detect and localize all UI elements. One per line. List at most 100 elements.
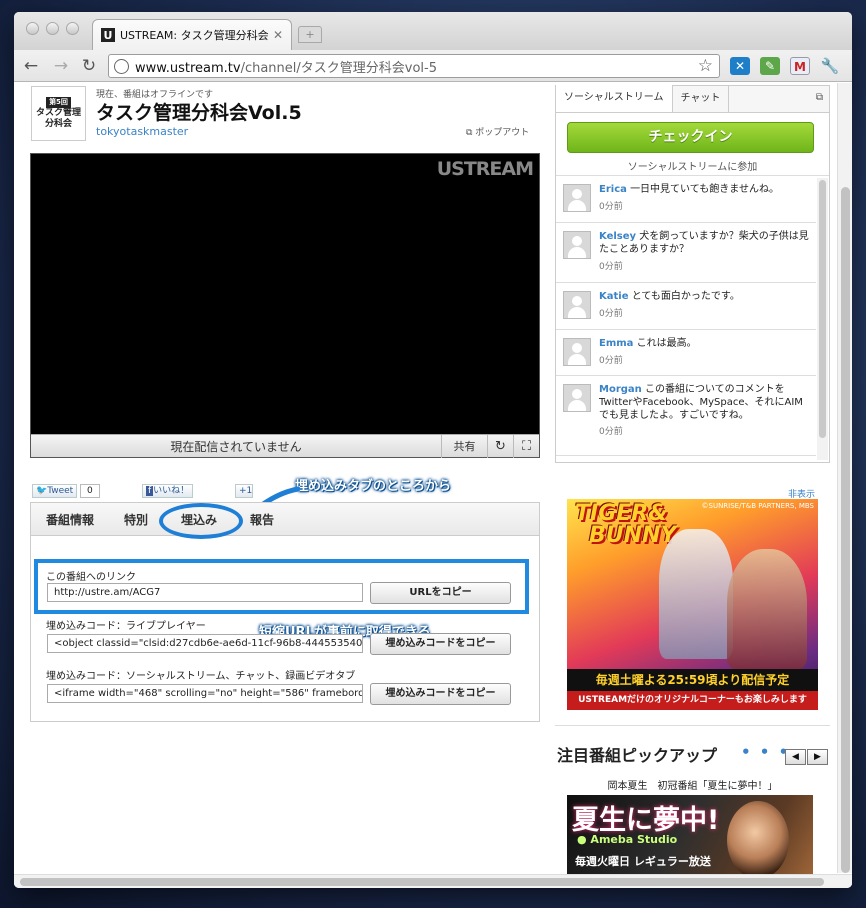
feed-time: 0分前 xyxy=(599,262,623,272)
new-tab-button[interactable]: + xyxy=(298,26,322,43)
embed-tab-highlight xyxy=(159,503,243,539)
ad-tagline: USTREAMだけのオリジナルコーナーもお楽しみします xyxy=(567,691,818,710)
page-horizontal-scrollbar[interactable] xyxy=(14,874,852,888)
like-button[interactable]: f いいね！ xyxy=(142,484,194,498)
logo-line-2: タスク管理 xyxy=(35,108,81,118)
channel-logo: 第5回 タスク管理 分科会 xyxy=(31,86,86,141)
horizontal-scroll-thumb[interactable] xyxy=(20,878,824,886)
ad-schedule: 毎週土曜よる25:59頃より配信予定 xyxy=(567,669,818,691)
player-embed-field[interactable]: <object classid="clsid:d27cdb6e-ae6d-11c… xyxy=(47,634,363,653)
pickup-subtitle[interactable]: 岡本夏生 初冠番組「夏生に夢中！」 xyxy=(555,777,830,792)
info-tabs: 番組情報 特別 埋込み 報告 xyxy=(31,503,539,536)
feed-user[interactable]: Morgan xyxy=(599,384,642,395)
feed-user[interactable]: Katie xyxy=(599,291,629,302)
wrench-icon[interactable]: 🔧 xyxy=(820,57,840,75)
feed-user[interactable]: Erica xyxy=(599,184,627,195)
zoom-window-button[interactable] xyxy=(66,22,79,35)
channel-title: タスク管理分科会Vol.5 xyxy=(96,102,302,124)
fullscreen-icon[interactable]: ⛶ xyxy=(513,434,539,458)
feed-item: Emma これは最高。 0分前 xyxy=(556,330,816,376)
social-tabs: ソーシャルストリーム チャット ⧉ xyxy=(556,85,829,113)
evernote-icon[interactable]: ✎ xyxy=(760,57,780,75)
avatar xyxy=(563,231,591,259)
copy-url-button[interactable]: URLをコピー xyxy=(370,582,511,604)
feed-time: 0分前 xyxy=(599,202,623,212)
copy-player-embed-button[interactable]: 埋め込みコードをコピー xyxy=(370,633,511,655)
avatar xyxy=(563,291,591,319)
popout-link[interactable]: ⧉ ポップアウト xyxy=(466,125,529,138)
tiger-bunny-ad-banner[interactable]: TIGER& BUNNY ©SUNRISE/T&B PARTNERS, MBS 毎… xyxy=(567,499,818,710)
like-label: いいね！ xyxy=(153,486,190,496)
panel-popout-icon[interactable]: ⧉ xyxy=(816,92,823,103)
feed-text: Morgan この番組についてのコメントをTwitterやFacebook、My… xyxy=(599,383,809,422)
url-path: /channel/タスク管理分科会vol-5 xyxy=(240,60,437,76)
forward-icon[interactable]: → xyxy=(50,55,72,77)
page-content: 第5回 タスク管理 分科会 現在、番組はオフラインです タスク管理分科会Vol.… xyxy=(14,83,852,888)
tab-special[interactable]: 特別 xyxy=(109,511,163,528)
player-embed-label: 埋め込みコード：ライブプレイヤー xyxy=(46,621,206,632)
refresh-icon[interactable]: ↻ xyxy=(487,434,513,458)
feed-item: Erica 一日中見ていても飽きませんね。 0分前 xyxy=(556,176,816,223)
feed-text: Kelsey 犬を飼っていますか？柴犬の子供は見たことありますか？ xyxy=(599,230,809,256)
globe-icon xyxy=(114,58,129,74)
tab-report[interactable]: 報告 xyxy=(235,511,289,528)
social-feed: Erica 一日中見ていても飽きませんね。 0分前 Kelsey 犬を飼っていま… xyxy=(556,175,829,463)
page-vertical-scrollbar[interactable] xyxy=(837,83,852,873)
reload-icon[interactable]: ↻ xyxy=(78,55,100,77)
gmail-icon[interactable]: M xyxy=(790,57,810,75)
join-social-stream-link[interactable]: ソーシャルストリームに参加 xyxy=(556,158,829,173)
vertical-scroll-thumb[interactable] xyxy=(841,187,850,873)
back-icon[interactable]: ← xyxy=(20,55,42,77)
tab-social-stream[interactable]: ソーシャルストリーム xyxy=(556,85,673,112)
browser-toolbar: ← → ↻ www.ustream.tv/channel/タスク管理分科会vol… xyxy=(14,50,852,82)
social-embed-field[interactable]: <iframe width="468" scrolling="no" heigh… xyxy=(47,684,363,703)
feed-time: 0分前 xyxy=(599,356,623,366)
logo-line-1: 第5回 xyxy=(46,97,71,108)
tab-chat[interactable]: チャット xyxy=(673,86,730,112)
bookmark-star-icon[interactable]: ☆ xyxy=(698,56,713,76)
feed-user[interactable]: Emma xyxy=(599,338,633,349)
browser-tab[interactable]: U USTREAM: タスク管理分科会V ✕ xyxy=(92,19,292,50)
feed-item: Katie とても面白かったです。 0分前 xyxy=(556,283,816,330)
feed-message: 一日中見ていても飽きませんね。 xyxy=(630,184,779,195)
feed-scrollbar[interactable] xyxy=(817,178,828,460)
ad-title-line-2: BUNNY xyxy=(589,523,677,548)
ad-copyright: ©SUNRISE/T&B PARTNERS, MBS xyxy=(701,502,815,510)
ustream-watermark: USTREAM xyxy=(436,158,534,180)
popout-icon: ⧉ xyxy=(466,128,476,138)
pickup-prev-button[interactable]: ◀ xyxy=(785,749,806,765)
feed-message: これは最高。 xyxy=(636,338,697,349)
pickup-next-button[interactable]: ▶ xyxy=(807,749,828,765)
ad-character-image xyxy=(727,549,807,669)
feed-text: Emma これは最高。 xyxy=(599,337,809,350)
share-button[interactable]: 共有 xyxy=(441,434,487,458)
feed-time: 0分前 xyxy=(599,309,623,319)
address-bar[interactable]: www.ustream.tv/channel/タスク管理分科会vol-5 ☆ xyxy=(108,54,720,78)
ustream-favicon-icon: U xyxy=(101,28,115,42)
feed-scroll-thumb[interactable] xyxy=(819,180,826,438)
link-label: この番組へのリンク xyxy=(46,572,136,583)
minimize-window-button[interactable] xyxy=(46,22,59,35)
tab-close-icon[interactable]: ✕ xyxy=(273,28,283,42)
popout-label: ポップアウト xyxy=(475,128,530,138)
checkin-button[interactable]: チェックイン xyxy=(567,122,814,153)
player-status-message: 現在配信されていません xyxy=(170,439,302,454)
pickup-host-photo xyxy=(727,801,789,879)
pickup-banner-title: 夏生に夢中! xyxy=(572,805,720,836)
feed-text: Katie とても面白かったです。 xyxy=(599,290,809,303)
feed-item: Morgan この番組についてのコメントをTwitterやFacebook、My… xyxy=(556,376,816,456)
copy-social-embed-button[interactable]: 埋め込みコードをコピー xyxy=(370,683,511,705)
pickup-banner-studio: ● Ameba Studio xyxy=(577,833,678,846)
butterfly-icon[interactable]: ✕ xyxy=(730,57,750,75)
channel-user-link[interactable]: tokyotaskmaster xyxy=(96,125,188,138)
video-player[interactable]: USTREAM 現在配信されていません 共有 ↻ ⛶ xyxy=(30,153,540,458)
social-embed-label: 埋め込みコード：ソーシャルストリーム、チャット、録画ビデオタブ xyxy=(46,671,356,682)
link-url-field[interactable]: http://ustre.am/ACG7 xyxy=(47,583,363,602)
avatar xyxy=(563,338,591,366)
tweet-button[interactable]: 🐦Tweet xyxy=(32,484,78,498)
section-divider xyxy=(555,725,830,726)
tab-program-info[interactable]: 番組情報 xyxy=(31,511,109,528)
feed-user[interactable]: Kelsey xyxy=(599,231,636,242)
close-window-button[interactable] xyxy=(26,22,39,35)
player-controls: 現在配信されていません 共有 ↻ ⛶ xyxy=(31,434,539,458)
